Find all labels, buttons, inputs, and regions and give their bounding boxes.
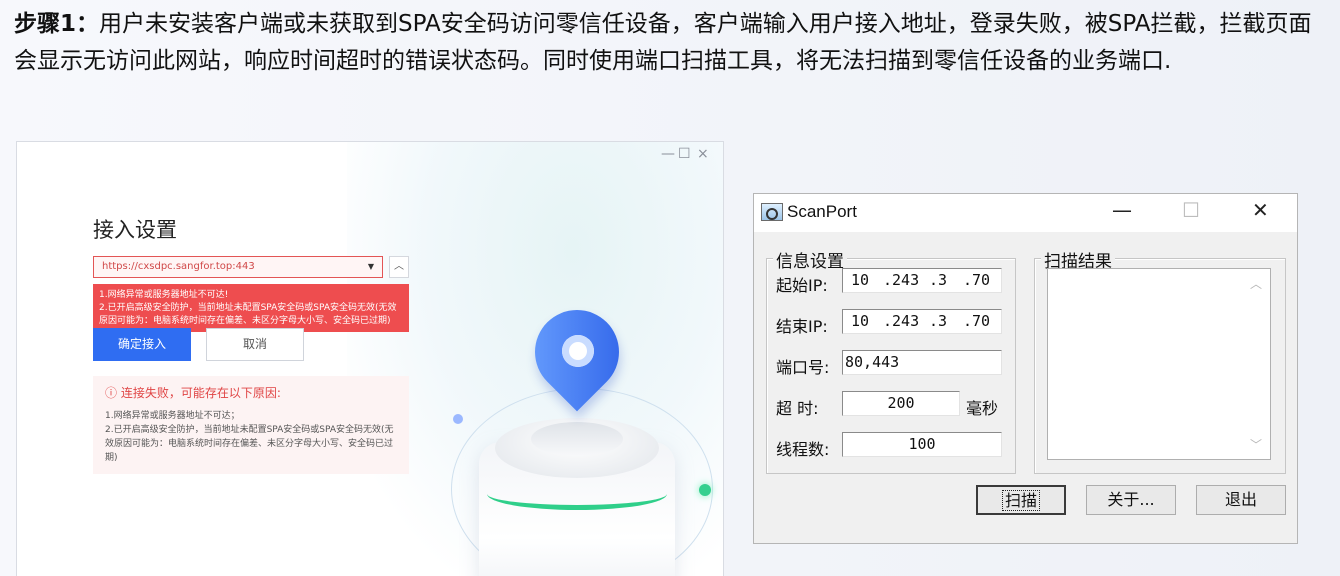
window-title: ScanPort: [787, 202, 857, 221]
minimize-icon[interactable]: —: [1112, 198, 1132, 222]
ip-octet: 10: [851, 271, 870, 289]
threads-field[interactable]: 100: [842, 432, 1002, 457]
close-icon[interactable]: ×: [697, 146, 709, 162]
timeout-label: 超 时:: [776, 399, 819, 418]
pin-hole: [562, 335, 594, 367]
title-bar: ScanPort — ☐ ✕: [754, 194, 1297, 232]
ip-octet: .243: [883, 312, 920, 330]
maximize-icon[interactable]: ☐: [678, 146, 691, 162]
green-ring: [487, 478, 667, 510]
ip-octet: .70: [963, 271, 991, 289]
tooltip-line: 1.网络异常或服务器地址不可达!: [99, 290, 229, 300]
scan-button-label: 扫描: [1001, 490, 1041, 511]
orbit-dot: [699, 484, 711, 496]
ip-octet: .70: [963, 312, 991, 330]
client-window: — ☐ × 接入设置 https://cxsdpc.sangfor.top:44…: [16, 141, 724, 576]
collapse-button[interactable]: ︿: [389, 256, 409, 278]
start-ip-label: 起始IP:: [776, 276, 828, 295]
maximize-icon[interactable]: ☐: [1182, 198, 1200, 222]
timeout-field[interactable]: 200: [842, 391, 960, 416]
step-label: 步骤1：: [14, 11, 100, 37]
tooltip-line: 2.已开启高级安全防护，当前地址未配置SPA安全码或SPA安全码无效(无效: [99, 303, 397, 313]
address-select[interactable]: https://cxsdpc.sangfor.top:443 ▼: [93, 256, 383, 278]
start-ip-field[interactable]: 10 .243 .3 .70: [842, 268, 1002, 293]
scan-result-list[interactable]: ︿ ﹀: [1047, 268, 1271, 460]
error-tooltip: 1.网络异常或服务器地址不可达! 2.已开启高级安全防护，当前地址未配置SPA安…: [93, 284, 409, 332]
fail-title: ⓘ 连接失败，可能存在以下原因:: [105, 386, 281, 400]
step-description: 步骤1：用户未安装客户端或未获取到SPA安全码访问零信任设备，客户端输入用户接入…: [14, 6, 1324, 80]
fail-line: 2.已开启高级安全防护，当前地址未配置SPA安全码或SPA安全码无效(无: [105, 425, 394, 435]
minimize-icon[interactable]: —: [661, 146, 675, 162]
end-ip-label: 结束IP:: [776, 317, 828, 336]
address-value: https://cxsdpc.sangfor.top:443: [102, 261, 255, 272]
threads-label: 线程数:: [776, 440, 830, 459]
page-title: 接入设置: [93, 219, 177, 242]
fail-line: 期): [105, 453, 118, 463]
timeout-unit: 毫秒: [966, 399, 999, 418]
fail-line: 效原因可能为：电脑系统时间存在偏差、未区分字母大小写、安全码已过: [105, 439, 394, 449]
ip-octet: .3: [929, 312, 948, 330]
tooltip-line: 原因可能为：电脑系统时间存在偏差、未区分字母大小写、安全码已过期): [99, 316, 391, 326]
orbit-dot: [453, 414, 463, 424]
magnifier-app-icon: [761, 203, 783, 221]
connection-failed-panel: ⓘ 连接失败，可能存在以下原因: 1.网络异常或服务器地址不可达； 2.已开启高…: [93, 376, 409, 474]
end-ip-field[interactable]: 10 .243 .3 .70: [842, 309, 1002, 334]
chevron-up-icon: ︿: [394, 261, 404, 272]
cancel-button[interactable]: 取消: [206, 328, 304, 361]
pillar-socket: [531, 422, 623, 456]
scroll-down-icon[interactable]: ﹀: [1250, 436, 1262, 453]
ip-octet: .3: [929, 271, 948, 289]
group-label: 信息设置: [773, 247, 847, 272]
ip-octet: .243: [883, 271, 920, 289]
about-button[interactable]: 关于...: [1086, 485, 1176, 515]
confirm-connect-button[interactable]: 确定接入: [93, 328, 191, 361]
close-icon[interactable]: ✕: [1252, 198, 1269, 222]
step-text: 用户未安装客户端或未获取到SPA安全码访问零信任设备，客户端输入用户接入地址，登…: [14, 11, 1312, 74]
scroll-up-icon[interactable]: ︿: [1250, 275, 1262, 292]
port-field[interactable]: 80,443: [842, 350, 1002, 375]
ip-octet: 10: [851, 312, 870, 330]
caret-down-icon: ▼: [367, 262, 374, 271]
exit-button[interactable]: 退出: [1196, 485, 1286, 515]
scan-button[interactable]: 扫描: [976, 485, 1066, 515]
fail-line: 1.网络异常或服务器地址不可达；: [105, 411, 240, 421]
port-label: 端口号:: [776, 358, 830, 377]
